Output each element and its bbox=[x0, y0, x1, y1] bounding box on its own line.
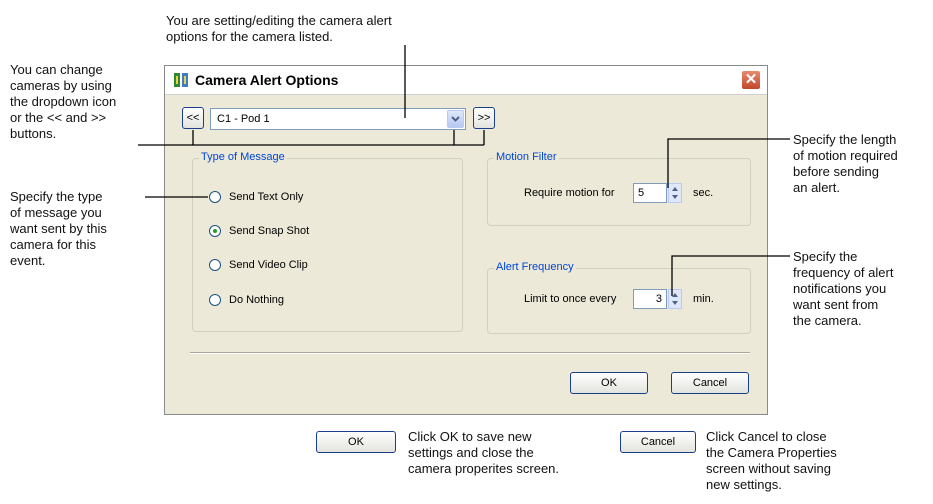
dropdown-arrow-icon bbox=[451, 116, 460, 122]
require-motion-label: Require motion for bbox=[524, 187, 615, 199]
annotation-message-type: Specify the type of message you want sen… bbox=[10, 189, 107, 268]
camera-select-value: C1 - Pod 1 bbox=[217, 113, 270, 125]
radio-button[interactable] bbox=[209, 294, 221, 306]
annotation-camera-change: You can change cameras by using the drop… bbox=[10, 62, 117, 141]
alert-frequency-group-label: Alert Frequency bbox=[494, 261, 576, 273]
title-bar: Camera Alert Options ✕ bbox=[165, 66, 767, 95]
radio-label: Do Nothing bbox=[229, 294, 285, 306]
dialog-title: Camera Alert Options bbox=[195, 72, 339, 88]
annotation-ok: Click OK to save new settings and close … bbox=[408, 429, 560, 476]
close-button[interactable]: ✕ bbox=[741, 70, 761, 90]
legend-cancel-button: Cancel bbox=[620, 431, 696, 453]
motion-seconds-input[interactable]: 5 bbox=[633, 183, 667, 203]
frequency-minutes-spinner[interactable] bbox=[668, 289, 682, 309]
motion-filter-group-label: Motion Filter bbox=[494, 151, 559, 163]
annotation-alert-frequency: Specify the frequency of alert notificat… bbox=[793, 249, 894, 328]
seconds-unit-label: sec. bbox=[693, 187, 714, 199]
ok-button[interactable]: OK bbox=[570, 372, 648, 394]
alert-frequency-group: Alert Frequency Limit to once every 3 mi… bbox=[487, 261, 751, 334]
motion-seconds-spinner[interactable] bbox=[668, 183, 682, 203]
dialog-separator bbox=[190, 352, 750, 354]
message-type-group-label: Type of Message bbox=[199, 151, 287, 163]
annotation-motion-length: Specify the length of motion required be… bbox=[793, 132, 898, 195]
legend-ok-button: OK bbox=[316, 431, 396, 453]
radio-label: Send Video Clip bbox=[229, 259, 308, 271]
previous-camera-button[interactable]: << bbox=[182, 107, 204, 129]
radio-label: Send Snap Shot bbox=[229, 225, 310, 237]
next-camera-button[interactable]: >> bbox=[473, 107, 495, 129]
camera-alert-icon bbox=[174, 73, 188, 87]
annotation-cancel: Click Cancel to close the Camera Propert… bbox=[706, 429, 837, 492]
annotation-top: You are setting/editing the camera alert… bbox=[166, 13, 392, 44]
camera-select[interactable]: C1 - Pod 1 bbox=[210, 108, 466, 130]
radio-button[interactable] bbox=[209, 225, 221, 237]
chevron-down-icon[interactable] bbox=[447, 110, 464, 128]
frequency-minutes-input[interactable]: 3 bbox=[633, 289, 667, 309]
radio-button[interactable] bbox=[209, 191, 221, 203]
limit-frequency-label: Limit to once every bbox=[524, 293, 617, 305]
message-type-group: Type of Message Send Text Only Send Snap… bbox=[192, 151, 463, 332]
minutes-unit-label: min. bbox=[693, 293, 714, 305]
motion-filter-group: Motion Filter Require motion for 5 sec. bbox=[487, 151, 751, 226]
radio-button[interactable] bbox=[209, 259, 221, 271]
close-icon: ✕ bbox=[744, 71, 758, 88]
radio-label: Send Text Only bbox=[229, 191, 304, 203]
cancel-button[interactable]: Cancel bbox=[671, 372, 749, 394]
